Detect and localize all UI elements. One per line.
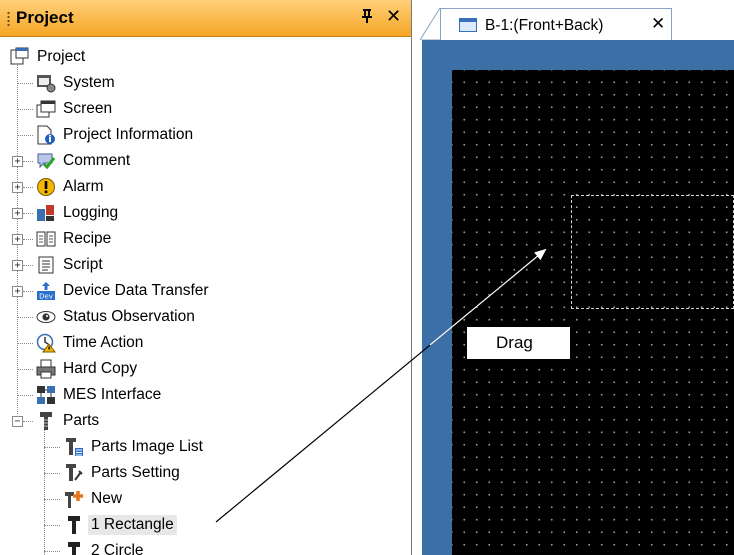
parts-image-list-icon	[64, 437, 84, 457]
expand-script-toggle[interactable]: +	[12, 260, 23, 271]
system-icon	[36, 73, 56, 93]
part-icon	[64, 515, 84, 535]
script-icon	[36, 255, 56, 275]
parts-icon	[36, 411, 56, 431]
svg-text:Dev: Dev	[39, 293, 53, 301]
expand-device-data-transfer-toggle[interactable]: +	[12, 286, 23, 297]
time-action-icon	[36, 333, 56, 353]
expand-logging-toggle[interactable]: +	[12, 208, 23, 219]
tab-close-icon[interactable]: ✕	[651, 14, 665, 34]
grip-handle-icon[interactable]	[7, 11, 10, 28]
project-tree: Project System Screen Project Informatio…	[0, 36, 411, 555]
project-information-icon	[36, 125, 56, 145]
screen-tab-icon	[459, 18, 477, 32]
tab-b-1-front-back[interactable]: B-1:(Front+Back) ✕	[440, 8, 672, 41]
collapse-parts-toggle[interactable]: −	[12, 416, 23, 427]
parts-setting-icon	[64, 463, 84, 483]
status-observation-icon	[36, 307, 56, 327]
tab-edge	[420, 8, 442, 40]
recipe-icon	[36, 229, 56, 249]
panel-title: Project	[16, 8, 74, 27]
device-data-transfer-icon: Dev	[36, 281, 56, 301]
drag-callout: Drag	[466, 326, 571, 360]
expand-alarm-toggle[interactable]: +	[12, 182, 23, 193]
project-panel: Project ✕ Project System Screen Project …	[0, 0, 412, 555]
alarm-icon	[36, 177, 56, 197]
new-part-icon	[64, 489, 84, 509]
close-icon[interactable]: ✕	[386, 6, 401, 27]
drop-target-rectangle	[571, 195, 734, 309]
screen-frame	[422, 40, 734, 555]
screen-editor: B-1:(Front+Back) ✕	[412, 0, 734, 555]
expand-comment-toggle[interactable]: +	[12, 156, 23, 167]
screen-canvas[interactable]	[452, 70, 734, 555]
tab-label: B-1:(Front+Back)	[485, 17, 604, 34]
mes-interface-icon	[36, 385, 56, 405]
pin-icon[interactable]	[360, 8, 374, 28]
logging-icon	[36, 203, 56, 223]
comment-icon	[36, 151, 56, 171]
part-icon	[64, 541, 84, 555]
expand-recipe-toggle[interactable]: +	[12, 234, 23, 245]
hard-copy-icon	[36, 359, 56, 379]
panel-header[interactable]: Project ✕	[0, 0, 411, 37]
tab-strip: B-1:(Front+Back) ✕	[412, 0, 734, 41]
screen-icon	[36, 99, 56, 119]
project-root-icon	[10, 47, 30, 67]
